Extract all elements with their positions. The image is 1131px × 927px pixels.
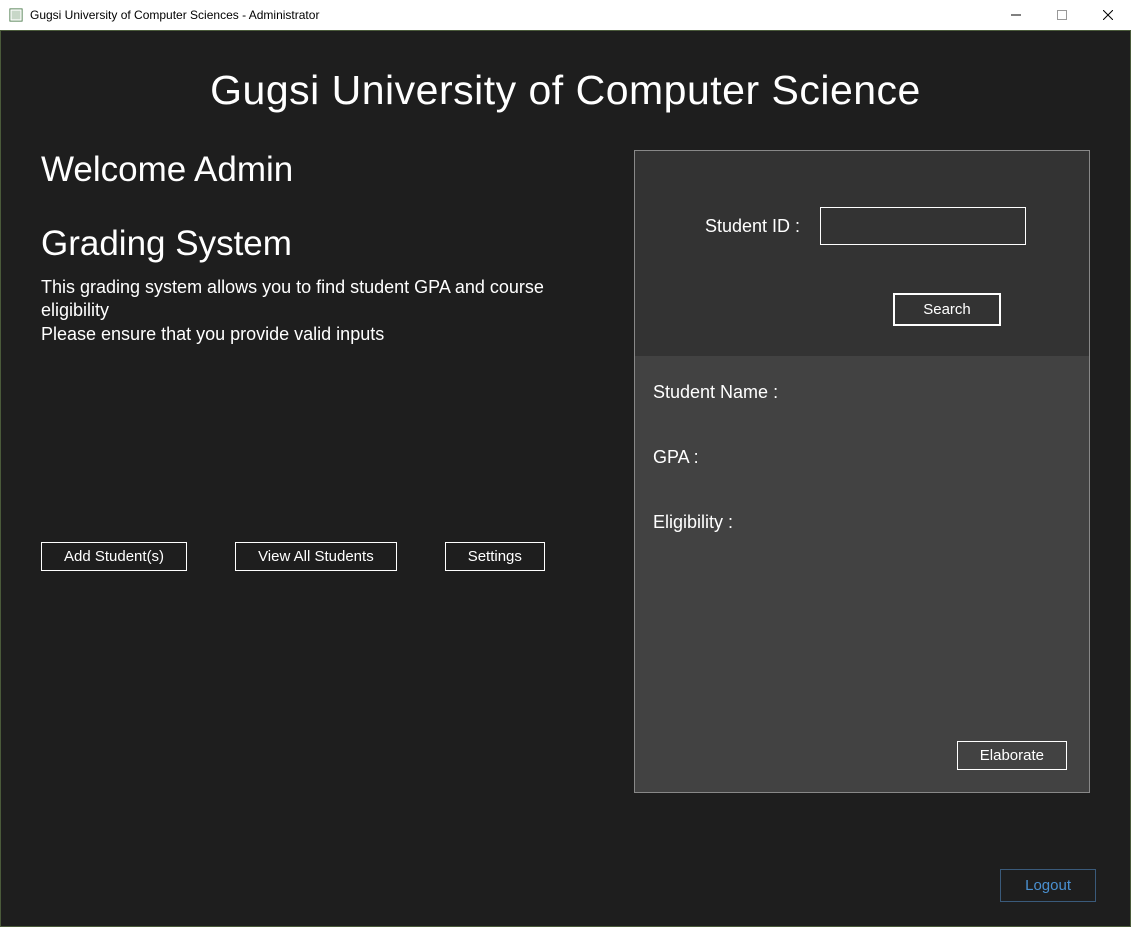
results-section: Student Name : GPA : Eligibility : Elabo… (635, 356, 1089, 792)
search-section: Student ID : Search (635, 151, 1089, 356)
window-title: Gugsi University of Computer Sciences - … (30, 8, 319, 22)
window-controls (993, 0, 1131, 30)
settings-button[interactable]: Settings (445, 542, 545, 571)
section-title: Grading System (41, 224, 614, 264)
left-column: Welcome Admin Grading System This gradin… (41, 150, 634, 793)
content-area: Welcome Admin Grading System This gradin… (1, 114, 1130, 793)
search-button-row: Search (665, 293, 1059, 326)
student-id-input[interactable] (820, 207, 1026, 245)
elaborate-button[interactable]: Elaborate (957, 741, 1067, 770)
search-panel: Student ID : Search Student Name : GPA :… (634, 150, 1090, 793)
student-id-label: Student ID : (705, 216, 800, 237)
maximize-button (1039, 0, 1085, 30)
close-button[interactable] (1085, 0, 1131, 30)
section-description: This grading system allows you to find s… (41, 276, 614, 346)
view-all-students-button[interactable]: View All Students (235, 542, 397, 571)
logout-button[interactable]: Logout (1000, 869, 1096, 902)
search-button[interactable]: Search (893, 293, 1001, 326)
welcome-heading: Welcome Admin (41, 150, 614, 190)
search-row: Student ID : (665, 207, 1059, 245)
student-name-label: Student Name : (653, 382, 1071, 403)
minimize-button[interactable] (993, 0, 1039, 30)
app-title: Gugsi University of Computer Science (1, 31, 1130, 114)
gpa-label: GPA : (653, 447, 1071, 468)
titlebar: Gugsi University of Computer Sciences - … (0, 0, 1131, 30)
app-window: Gugsi University of Computer Sciences - … (0, 0, 1131, 927)
app-icon (8, 7, 24, 23)
action-button-row: Add Student(s) View All Students Setting… (41, 542, 614, 571)
eligibility-label: Eligibility : (653, 512, 1071, 533)
add-students-button[interactable]: Add Student(s) (41, 542, 187, 571)
app-body: Gugsi University of Computer Science Wel… (0, 30, 1131, 927)
